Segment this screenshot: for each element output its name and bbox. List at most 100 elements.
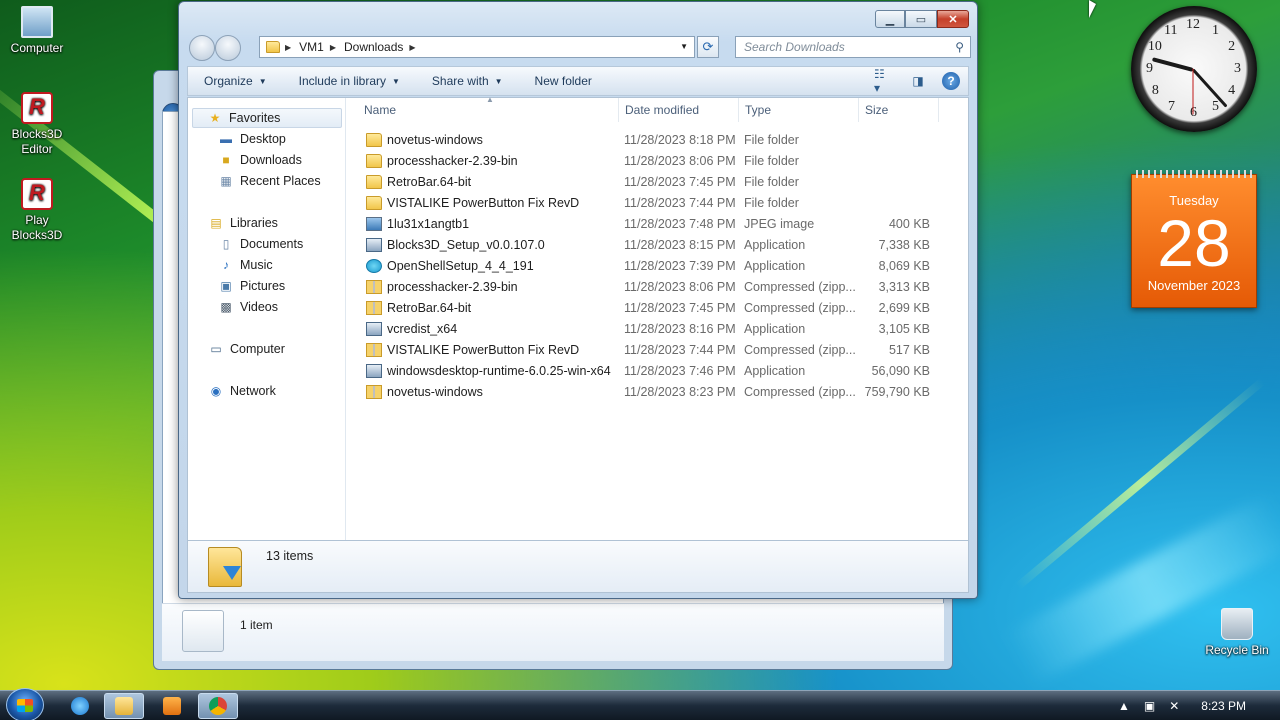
preview-pane-icon[interactable]: ◨	[908, 71, 928, 91]
back-button[interactable]	[189, 35, 215, 61]
breadcrumb-downloads[interactable]: Downloads	[344, 40, 403, 54]
column-header-name[interactable]: ▲ Name	[346, 95, 619, 122]
file-name-cell: processhacker-2.39-bin	[366, 153, 518, 168]
nav-item-music[interactable]: ♪ Music	[218, 255, 273, 275]
app-icon	[366, 363, 382, 378]
volume-muted-icon[interactable]: ✕	[1169, 699, 1179, 713]
desktop-icon-play-blocks3d[interactable]: R Play Blocks3D	[0, 178, 74, 243]
file-row[interactable]: novetus-windows 11/28/2023 8:23 PM Compres…	[354, 381, 942, 402]
forward-button[interactable]	[215, 35, 241, 61]
nav-item-libraries[interactable]: ▤ Libraries	[208, 213, 278, 233]
file-name-cell: novetus-windows	[366, 384, 483, 399]
file-row[interactable]: windowsdesktop-runtime-6.0.25-win-x64 11/…	[354, 360, 942, 381]
recent-places-icon: ▦	[220, 174, 232, 188]
network-tray-icon[interactable]: ▣	[1144, 699, 1155, 713]
nav-item-favorites[interactable]: ★ Favorites	[192, 108, 342, 128]
column-header-size[interactable]: Size	[859, 98, 939, 122]
clock-number: 5	[1212, 99, 1219, 115]
column-header-date[interactable]: Date modified	[619, 98, 739, 122]
taskbar-internet-explorer[interactable]	[60, 693, 100, 719]
include-in-library-button[interactable]: Include in library ▼	[283, 74, 416, 88]
system-tray: ▲ ▣ ✕ 8:23 PM	[1118, 691, 1280, 720]
zip-icon	[366, 279, 382, 294]
file-name: 1lu31x1angtb1	[387, 216, 470, 231]
zip-icon	[366, 342, 382, 357]
file-row[interactable]: novetus-windows 11/28/2023 8:18 PM File fo…	[354, 129, 942, 150]
file-type: File folder	[744, 174, 799, 189]
file-row[interactable]: 1lu31x1angtb1 11/28/2023 7:48 PM JPEG imag…	[354, 213, 942, 234]
nav-item-recent-places[interactable]: ▦ Recent Places	[218, 171, 320, 191]
refresh-button[interactable]: ⟳	[697, 36, 719, 58]
chevron-down-icon[interactable]: ▼	[680, 42, 688, 51]
desktop-icon-label: Play Blocks3D	[11, 213, 63, 242]
nav-item-documents[interactable]: ▯ Documents	[218, 234, 304, 254]
file-row[interactable]: RetroBar.64-bit 11/28/2023 7:45 PM File fo…	[354, 171, 942, 192]
nav-item-desktop[interactable]: ▬ Desktop	[218, 129, 286, 149]
nav-item-videos[interactable]: ▩ Videos	[218, 297, 278, 317]
calendar-rings	[1136, 170, 1252, 178]
file-date: 11/28/2023 7:39 PM	[624, 258, 736, 273]
star-icon: ★	[209, 111, 221, 125]
share-with-button[interactable]: Share with ▼	[416, 74, 519, 88]
column-header-type[interactable]: Type	[739, 98, 859, 122]
zip-icon	[366, 300, 382, 315]
help-icon[interactable]: ?	[942, 72, 960, 90]
taskbar-media-player[interactable]	[152, 693, 192, 719]
file-row[interactable]: VISTALIKE PowerButton Fix RevD 11/28/2023…	[354, 192, 942, 213]
new-folder-button[interactable]: New folder	[519, 74, 608, 88]
file-name-cell: 1lu31x1angtb1	[366, 216, 470, 231]
clock-gadget[interactable]: 12 1 2 3 4 5 6 7 8 9 10 11	[1131, 6, 1257, 132]
app-icon	[366, 321, 382, 336]
file-row[interactable]: Blocks3D_Setup_v0.0.107.0 11/28/2023 8:15…	[354, 234, 942, 255]
file-name-cell: RetroBar.64-bit	[366, 300, 471, 315]
calendar-gadget[interactable]: Tuesday 28 November 2023	[1131, 170, 1257, 308]
folder-icon	[366, 132, 382, 147]
explorer-window[interactable]: ▁ ▭ ✕ ▶ VM1 ▶ Downloads ▶ ▼ ⟳ Search Dow…	[178, 1, 978, 599]
file-name-cell: RetroBar.64-bit	[366, 174, 471, 189]
nav-item-downloads[interactable]: ■ Downloads	[218, 150, 301, 170]
file-type: Compressed (zipp...	[744, 279, 856, 294]
chevron-down-icon: ▼	[258, 76, 267, 86]
breadcrumb-arrow-icon: ▶	[329, 42, 336, 52]
organize-button[interactable]: Organize ▼	[188, 74, 283, 88]
desktop-icon-label: Computer	[10, 41, 64, 55]
file-name-cell: OpenShellSetup_4_4_191	[366, 258, 534, 273]
file-name: Blocks3D_Setup_v0.0.107.0	[387, 237, 545, 252]
nav-item-pictures[interactable]: ▣ Pictures	[218, 276, 285, 296]
minimize-button[interactable]: ▁	[875, 10, 905, 28]
item-count: 13 items	[266, 549, 314, 563]
file-row[interactable]: RetroBar.64-bit 11/28/2023 7:45 PM Compres…	[354, 297, 942, 318]
folder-icon	[366, 174, 382, 189]
desktop-icon-computer[interactable]: Computer	[0, 6, 74, 56]
search-icon[interactable]: ⚲	[955, 40, 964, 54]
show-hidden-icons-icon[interactable]: ▲	[1118, 699, 1130, 713]
file-row[interactable]: processhacker-2.39-bin 11/28/2023 8:06 PM…	[354, 150, 942, 171]
background-status-text: 1 item	[240, 618, 273, 632]
taskbar-explorer[interactable]	[104, 693, 144, 719]
network-icon: ◉	[210, 384, 222, 398]
file-size: 2,699 KB	[878, 300, 930, 315]
maximize-button[interactable]: ▭	[905, 10, 937, 28]
address-bar[interactable]: ▶ VM1 ▶ Downloads ▶ ▼	[259, 36, 695, 58]
breadcrumb-vm1[interactable]: VM1	[299, 40, 324, 54]
taskbar-chrome[interactable]	[198, 693, 238, 719]
tray-clock[interactable]: 8:23 PM	[1201, 699, 1246, 713]
desktop-icon-blocks3d-editor[interactable]: R Blocks3D Editor	[0, 92, 74, 157]
file-row[interactable]: processhacker-2.39-bin 11/28/2023 8:06 PM…	[354, 276, 942, 297]
mouse-pointer-icon	[1089, 0, 1096, 18]
nav-item-computer[interactable]: ▭ Computer	[208, 339, 285, 359]
start-button[interactable]	[6, 688, 44, 720]
chevron-down-icon: ▼	[494, 76, 503, 86]
desktop-icon-recycle-bin[interactable]: Recycle Bin	[1200, 608, 1274, 658]
file-row[interactable]: vcredist_x64 11/28/2023 8:16 PM Applicatio…	[354, 318, 942, 339]
file-row[interactable]: VISTALIKE PowerButton Fix RevD 11/28/2023…	[354, 339, 942, 360]
nav-item-network[interactable]: ◉ Network	[208, 381, 276, 401]
chevron-down-icon: ▼	[392, 76, 400, 86]
desktop-icon-label: Blocks3D Editor	[11, 127, 63, 156]
file-type: File folder	[744, 195, 799, 210]
view-options-icon[interactable]: ☷ ▾	[874, 67, 894, 95]
file-size: 8,069 KB	[878, 258, 930, 273]
close-button[interactable]: ✕	[937, 10, 969, 28]
file-row[interactable]: OpenShellSetup_4_4_191 11/28/2023 7:39 PM…	[354, 255, 942, 276]
search-input[interactable]: Search Downloads ⚲	[735, 36, 971, 58]
